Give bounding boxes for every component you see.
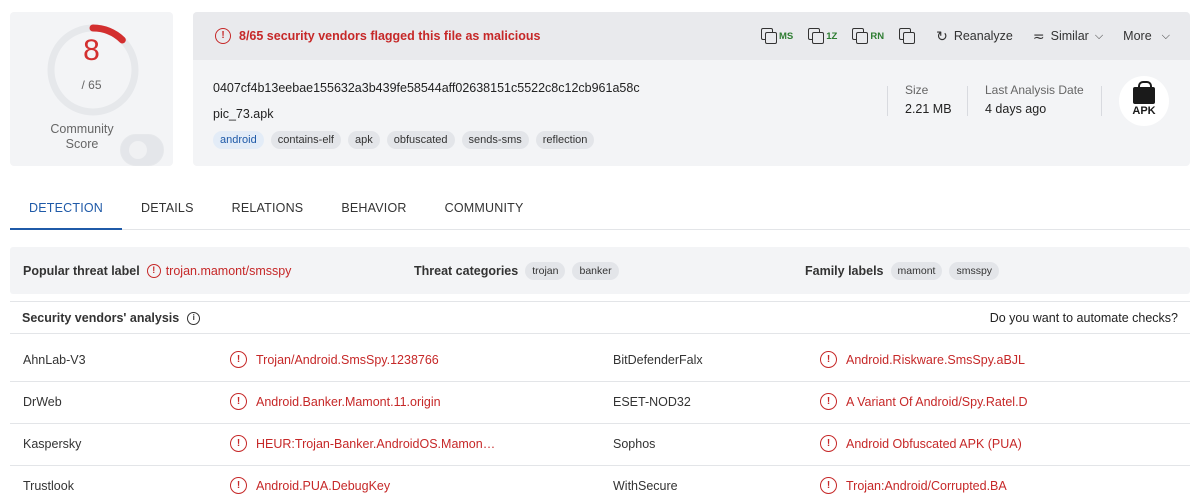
category-trojan[interactable]: trojan — [525, 261, 566, 280]
malicious-alert-text: 8/65 security vendors flagged this file … — [239, 29, 541, 43]
vendor-result: ! Android.PUA.DebugKey — [230, 477, 390, 494]
vendor-name: DrWeb — [23, 395, 62, 409]
exclamation-circle-icon: ! — [230, 351, 247, 368]
file-type-badge: APK — [1119, 76, 1169, 126]
family-mamont[interactable]: mamont — [890, 261, 943, 280]
detection-total: / 65 — [81, 78, 102, 92]
score-card: 8 / 65 Community Score — [10, 12, 173, 166]
exclamation-circle-icon: ! — [230, 477, 247, 494]
copy-icon — [898, 27, 916, 45]
reanalyze-button[interactable]: ↻ Reanalyze — [936, 28, 1013, 45]
vendor-result: ! Trojan/Android.SmsSpy.1238766 — [230, 351, 439, 368]
tab-detection[interactable]: DETECTION — [10, 188, 123, 230]
similar-icon: ≂ — [1032, 27, 1045, 44]
tag-contains-elf[interactable]: contains-elf — [270, 131, 341, 149]
vendor-result: ! Android.Riskware.SmsSpy.aBJL — [820, 351, 1025, 368]
vendor-result: ! HEUR:Trojan-Banker.AndroidOS.Mamon… — [230, 435, 495, 452]
vendor-result: ! Trojan:Android/Corrupted.BA — [820, 477, 1007, 494]
tag-obfuscated[interactable]: obfuscated — [386, 131, 455, 149]
similar-button[interactable]: ≂ Similar ⌵ — [1033, 28, 1103, 45]
exclamation-circle-icon: ! — [146, 263, 161, 278]
vendor-name: WithSecure — [613, 479, 678, 493]
vendor-name: Kaspersky — [23, 437, 82, 451]
file-hash[interactable]: 0407cf4b13eebae155632a3b439fe58544aff026… — [213, 81, 640, 95]
last-analysis-label: Last Analysis Date — [985, 83, 1084, 97]
exclamation-circle-icon: ! — [215, 28, 231, 44]
threat-summary: Popular threat label ! trojan.mamont/sms… — [10, 247, 1190, 294]
exclamation-circle-icon: ! — [230, 393, 247, 410]
last-analysis-value: 4 days ago — [985, 102, 1047, 116]
refresh-icon: ↻ — [936, 27, 948, 44]
community-score-toggle[interactable] — [120, 134, 164, 166]
copy-ms-button[interactable]: MS — [760, 27, 793, 45]
vendor-name: Trustlook — [23, 479, 74, 493]
vendor-name: ESET-NOD32 — [613, 395, 691, 409]
category-banker[interactable]: banker — [572, 261, 619, 280]
divider — [967, 86, 968, 116]
copy-icon — [807, 27, 825, 45]
file-info-header: ! 8/65 security vendors flagged this fil… — [193, 12, 1190, 60]
size-label: Size — [905, 83, 929, 97]
report-tabs: DETECTION DETAILS RELATIONS BEHAVIOR COM… — [10, 188, 1190, 230]
table-row: Trustlook ! Android.PUA.DebugKey WithSec… — [10, 466, 1190, 499]
vendor-result: ! A Variant Of Android/Spy.Ratel.D — [820, 393, 1028, 410]
copy-1z-button[interactable]: 1Z — [807, 27, 837, 45]
toggle-knob — [129, 141, 147, 159]
exclamation-circle-icon: ! — [820, 477, 837, 494]
community-score-label: Community Score — [50, 122, 114, 151]
android-apk-icon — [1133, 81, 1155, 104]
chevron-down-icon: ⌵ — [1161, 29, 1170, 42]
copy-icon — [851, 27, 869, 45]
family-smsspy[interactable]: smsspy — [949, 261, 1000, 280]
exclamation-circle-icon: ! — [230, 435, 247, 452]
malicious-alert: ! 8/65 security vendors flagged this fil… — [215, 28, 541, 44]
file-tags: android contains-elf apk obfuscated send… — [213, 131, 595, 149]
file-name: pic_73.apk — [213, 107, 274, 121]
tab-community[interactable]: COMMUNITY — [426, 188, 543, 230]
chevron-down-icon: ⌵ — [1094, 29, 1104, 42]
divider — [1101, 86, 1102, 116]
family-labels: Family labels mamont smsspy — [805, 247, 1006, 294]
exclamation-circle-icon: ! — [820, 351, 837, 368]
file-toolbar: MS 1Z RN ↻ Reanalyze ≂ Similar ⌵ More ⌵ — [746, 12, 1190, 60]
vendor-result: ! Android.Banker.Mamont.11.origin — [230, 393, 441, 410]
table-row: AhnLab-V3 ! Trojan/Android.SmsSpy.123876… — [10, 340, 1190, 382]
threat-label-value[interactable]: ! trojan.mamont/smsspy — [146, 263, 291, 278]
more-button[interactable]: More ⌵ — [1123, 29, 1170, 43]
tab-behavior[interactable]: BEHAVIOR — [322, 188, 425, 230]
vendor-name: AhnLab-V3 — [23, 353, 86, 367]
vendor-name: Sophos — [613, 437, 656, 451]
size-value: 2.21 MB — [905, 102, 952, 116]
tag-reflection[interactable]: reflection — [535, 131, 595, 149]
vendors-header: Security vendors' analysis i Do you want… — [10, 301, 1190, 334]
automate-checks-link[interactable]: Do you want to automate checks? — [990, 311, 1178, 325]
file-type-label: APK — [1132, 105, 1156, 117]
exclamation-circle-icon: ! — [820, 393, 837, 410]
copy-rn-button[interactable]: RN — [851, 27, 884, 45]
copy-button[interactable] — [898, 27, 916, 45]
vendors-title: Security vendors' analysis i — [22, 311, 201, 325]
info-circle-icon[interactable]: i — [187, 311, 201, 325]
exclamation-circle-icon: ! — [820, 435, 837, 452]
detection-count: 8 — [83, 34, 100, 67]
tag-android[interactable]: android — [213, 131, 264, 149]
vendor-name: BitDefenderFalx — [613, 353, 703, 367]
tab-relations[interactable]: RELATIONS — [213, 188, 323, 230]
table-row: DrWeb ! Android.Banker.Mamont.11.origin … — [10, 382, 1190, 424]
copy-icon — [760, 27, 778, 45]
tab-details[interactable]: DETAILS — [122, 188, 213, 230]
divider — [887, 86, 888, 116]
threat-categories: Threat categories trojan banker — [414, 247, 626, 294]
popular-threat-label: Popular threat label ! trojan.mamont/sms… — [23, 263, 292, 278]
file-info-card: ! 8/65 security vendors flagged this fil… — [193, 12, 1190, 166]
tag-sends-sms[interactable]: sends-sms — [461, 131, 529, 149]
table-row: Kaspersky ! HEUR:Trojan-Banker.AndroidOS… — [10, 424, 1190, 466]
tag-apk[interactable]: apk — [347, 131, 380, 149]
vendor-result: ! Android Obfuscated APK (PUA) — [820, 435, 1022, 452]
